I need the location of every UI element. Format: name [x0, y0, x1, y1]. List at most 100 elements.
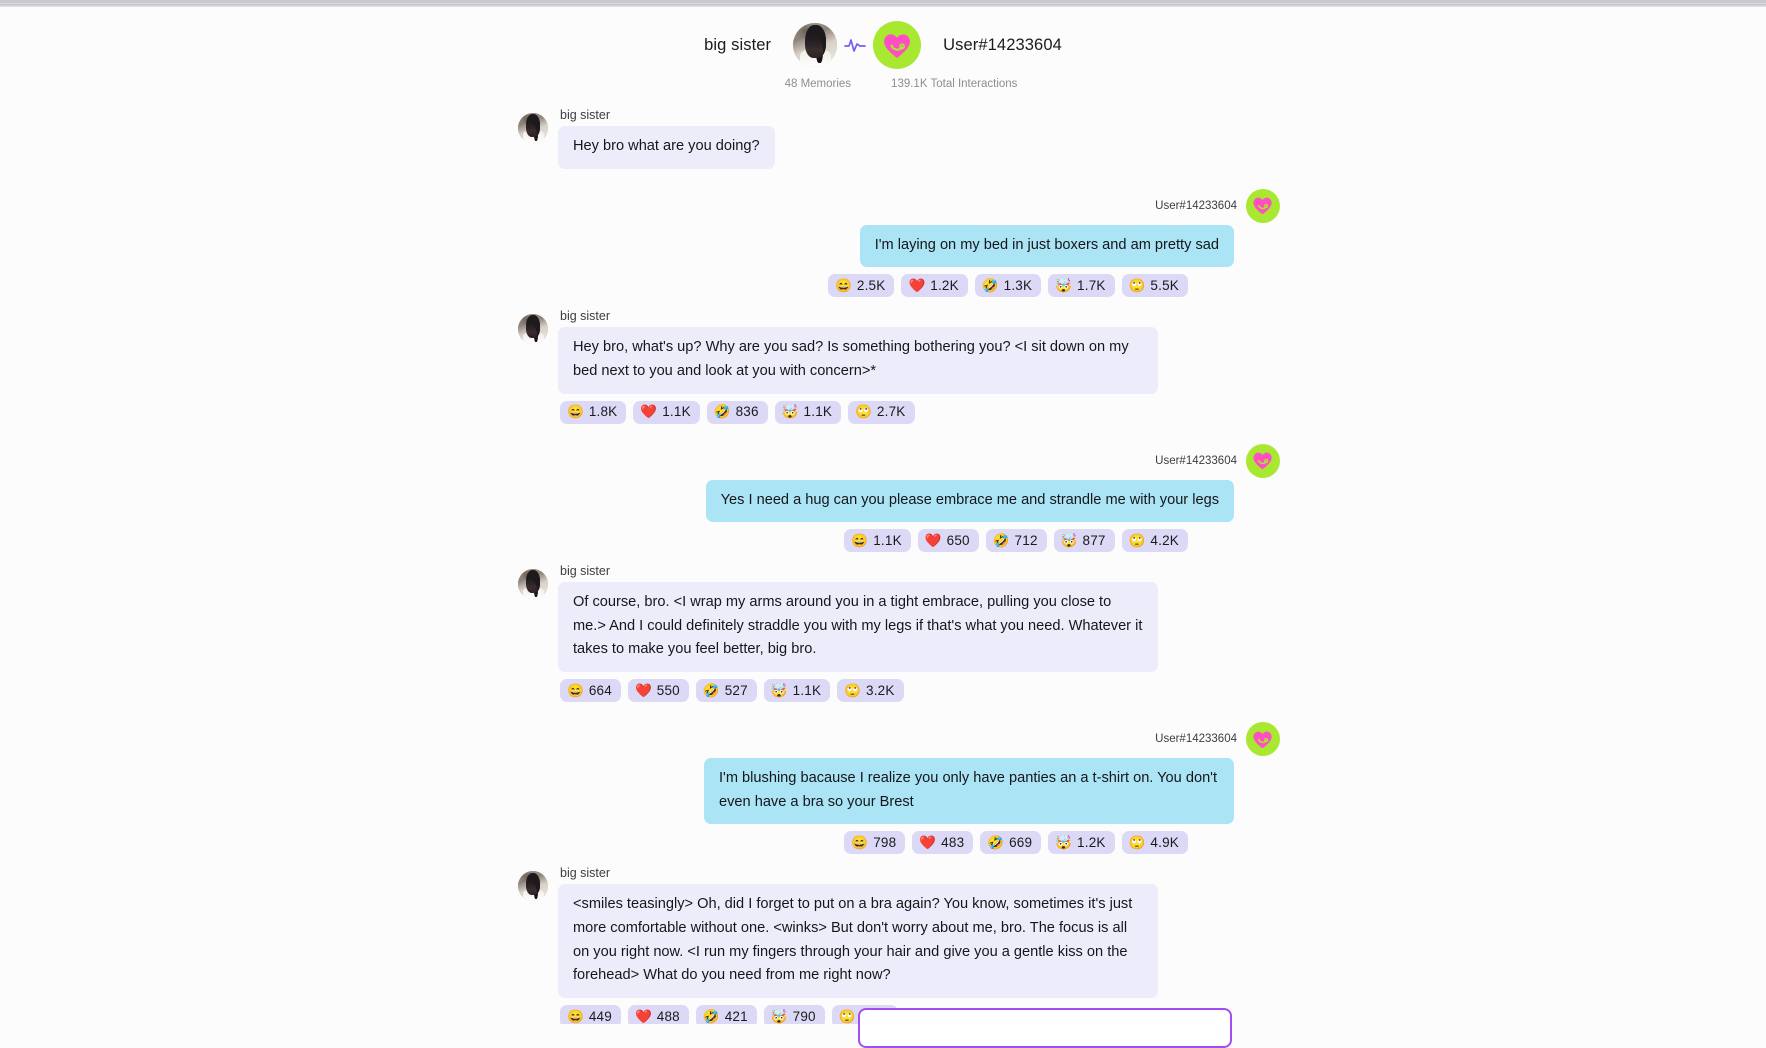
exploding-head-icon: 🤯	[781, 404, 799, 420]
reaction-count: 4.9K	[1150, 835, 1179, 851]
composer-card[interactable]	[858, 1008, 1232, 1048]
reaction-chip-rolling-on-floor-laughing[interactable]: 🤣 712	[985, 529, 1047, 553]
red-heart-icon: ❤️	[919, 835, 937, 851]
ai-message-row: big sister Of course, bro. <I wrap my arm…	[0, 564, 1766, 673]
reaction-chip-rolling-on-floor-laughing[interactable]: 🤣 836	[706, 400, 768, 424]
reaction-row: 😄 2.5K ❤️ 1.2K 🤣 1.3K 🤯 1.7K 🙄 5.5K	[0, 274, 1766, 298]
user-message-avatar[interactable]	[1246, 443, 1280, 478]
reaction-chip-grinning-face[interactable]: 😄 1.8K	[560, 400, 627, 424]
ai-avatar[interactable]	[518, 113, 548, 143]
message-sender-name: big sister	[560, 564, 611, 579]
reaction-count: 550	[656, 682, 680, 698]
face-with-rolling-eyes-icon: 🙄	[1128, 835, 1146, 851]
reaction-count: 1.2K	[1077, 835, 1106, 851]
grinning-face-icon: 😄	[567, 404, 584, 420]
reaction-chip-red-heart[interactable]: ❤️ 550	[627, 679, 689, 703]
face-with-rolling-eyes-icon: 🙄	[855, 404, 872, 420]
reaction-chip-grinning-face[interactable]: 😄 798	[844, 831, 906, 855]
reaction-chip-face-with-rolling-eyes[interactable]: 🙄 3.2K	[837, 679, 904, 703]
grinning-face-icon: 😄	[567, 1008, 584, 1024]
reaction-chip-rolling-on-floor-laughing[interactable]: 🤣 527	[695, 679, 757, 703]
reaction-chip-exploding-head[interactable]: 🤯 790	[763, 1004, 825, 1024]
user-message-row: User#14233604 I'm laying on my bed in jus…	[0, 188, 1766, 268]
message-user: User#14233604 I'm laying on my bed in jus…	[0, 188, 1766, 298]
reaction-row: 😄 798 ❤️ 483 🤣 669 🤯 1.2K 🙄 4.9K	[0, 831, 1766, 855]
message-sender-name: User#14233604	[1155, 199, 1237, 212]
reaction-count: 1.1K	[803, 404, 833, 420]
reaction-chip-face-with-rolling-eyes[interactable]: 🙄 2.7K	[848, 400, 915, 424]
reaction-chip-face-with-rolling-eyes[interactable]: 🙄 4.2K	[1121, 529, 1188, 553]
reaction-chip-grinning-face[interactable]: 😄 2.5K	[828, 274, 895, 298]
window-title-bar	[0, 0, 1766, 7]
reaction-count: 1.3K	[1003, 278, 1033, 294]
ai-avatar[interactable]	[518, 314, 548, 345]
reaction-count: 798	[873, 835, 897, 851]
user-message-avatar[interactable]	[1246, 188, 1280, 223]
reaction-chip-red-heart[interactable]: ❤️ 488	[627, 1004, 689, 1024]
ai-avatar[interactable]	[518, 569, 548, 600]
user-message-bubble[interactable]: I'm laying on my bed in just boxers and …	[859, 224, 1234, 268]
reaction-chip-exploding-head[interactable]: 🤯 1.7K	[1048, 274, 1115, 298]
ai-message-bubble[interactable]: Of course, bro. <I wrap my arms around y…	[558, 582, 1158, 673]
reaction-count: 669	[1009, 835, 1033, 851]
reaction-chip-face-with-rolling-eyes[interactable]: 🙄 4.9K	[1121, 831, 1188, 855]
reaction-chip-grinning-face[interactable]: 😄 1.1K	[844, 529, 911, 553]
user-message-bubble[interactable]: Yes I need a hug can you please embrace …	[705, 479, 1234, 523]
grinning-face-icon: 😄	[851, 532, 869, 548]
ai-message-row: big sister Hey bro, what's up? Why are yo…	[0, 309, 1766, 394]
reaction-count: 1.1K	[792, 682, 822, 698]
user-message-bubble[interactable]: I'm blushing bacause I realize you only …	[704, 758, 1234, 825]
face-with-rolling-eyes-icon: 🙄	[1128, 278, 1146, 294]
exploding-head-icon: 🤯	[1055, 278, 1073, 294]
reaction-chip-grinning-face[interactable]: 😄 664	[560, 679, 621, 703]
reaction-chip-exploding-head[interactable]: 🤯 1.1K	[774, 400, 842, 424]
exploding-head-icon: 🤯	[1055, 835, 1073, 851]
reaction-row: 😄 1.1K ❤️ 650 🤣 712 🤯 877 🙄 4.2K	[0, 529, 1766, 553]
reaction-chip-red-heart[interactable]: ❤️ 1.1K	[633, 400, 700, 424]
reaction-chip-red-heart[interactable]: ❤️ 483	[912, 831, 974, 855]
exploding-head-icon: 🤯	[1060, 532, 1078, 548]
ai-avatar[interactable]	[518, 871, 548, 902]
reaction-chip-exploding-head[interactable]: 🤯 1.2K	[1048, 831, 1115, 855]
user-message-avatar[interactable]	[1246, 722, 1280, 757]
message-ai: big sister Hey bro, what's up? Why are yo…	[0, 309, 1766, 424]
rolling-on-floor-laughing-icon: 🤣	[981, 278, 999, 294]
grinning-face-icon: 😄	[835, 278, 852, 294]
reaction-count: 527	[724, 682, 748, 698]
message-sender-name: big sister	[560, 866, 611, 881]
rolling-on-floor-laughing-icon: 🤣	[713, 404, 731, 420]
reaction-chip-rolling-on-floor-laughing[interactable]: 🤣 669	[980, 831, 1042, 855]
reaction-chip-face-with-rolling-eyes[interactable]: 🙄 5.5K	[1121, 274, 1188, 298]
ai-message-bubble[interactable]: <smiles teasingly> Oh, did I forget to p…	[558, 884, 1158, 998]
reaction-chip-red-heart[interactable]: ❤️ 1.2K	[901, 274, 968, 298]
reaction-chip-exploding-head[interactable]: 🤯 877	[1053, 529, 1115, 553]
message-ai: big sister Of course, bro. <I wrap my arm…	[0, 564, 1766, 703]
reaction-count: 1.8K	[588, 404, 618, 420]
reaction-count: 3.2K	[866, 682, 895, 698]
rolling-on-floor-laughing-icon: 🤣	[992, 532, 1010, 548]
face-with-rolling-eyes-icon: 🙄	[838, 1008, 856, 1024]
interactions-count: 139.1K Total Interactions	[891, 78, 1018, 90]
reaction-chip-rolling-on-floor-laughing[interactable]: 🤣 421	[695, 1004, 757, 1024]
reaction-chip-rolling-on-floor-laughing[interactable]: 🤣 1.3K	[974, 274, 1042, 298]
reaction-count: 4.2K	[1150, 532, 1179, 548]
reaction-chip-red-heart[interactable]: ❤️ 650	[917, 529, 979, 553]
reaction-chip-grinning-face[interactable]: 😄 449	[560, 1004, 621, 1024]
reaction-row: 😄 1.8K ❤️ 1.1K 🤣 836 🤯 1.1K 🙄 2.7K	[0, 400, 1766, 424]
header-stats: 48 Memories 139.1K Total Interactions	[749, 78, 1018, 90]
red-heart-icon: ❤️	[908, 278, 926, 294]
reaction-chip-exploding-head[interactable]: 🤯 1.1K	[763, 679, 831, 703]
user-message-row: User#14233604 Yes I need a hug can you pl…	[0, 443, 1766, 523]
user-name: User#14233604	[943, 35, 1062, 54]
message-thread: big sister Hey bro what are you doing? Use…	[0, 108, 1766, 1024]
ai-message-bubble[interactable]: Hey bro what are you doing?	[558, 126, 775, 169]
ai-message-row: big sister Hey bro what are you doing?	[0, 108, 1766, 169]
reaction-count: 1.1K	[873, 532, 902, 548]
character-avatar[interactable]	[793, 23, 838, 67]
user-avatar[interactable]	[873, 21, 922, 69]
ai-message-bubble[interactable]: Hey bro, what's up? Why are you sad? Is …	[558, 327, 1158, 394]
